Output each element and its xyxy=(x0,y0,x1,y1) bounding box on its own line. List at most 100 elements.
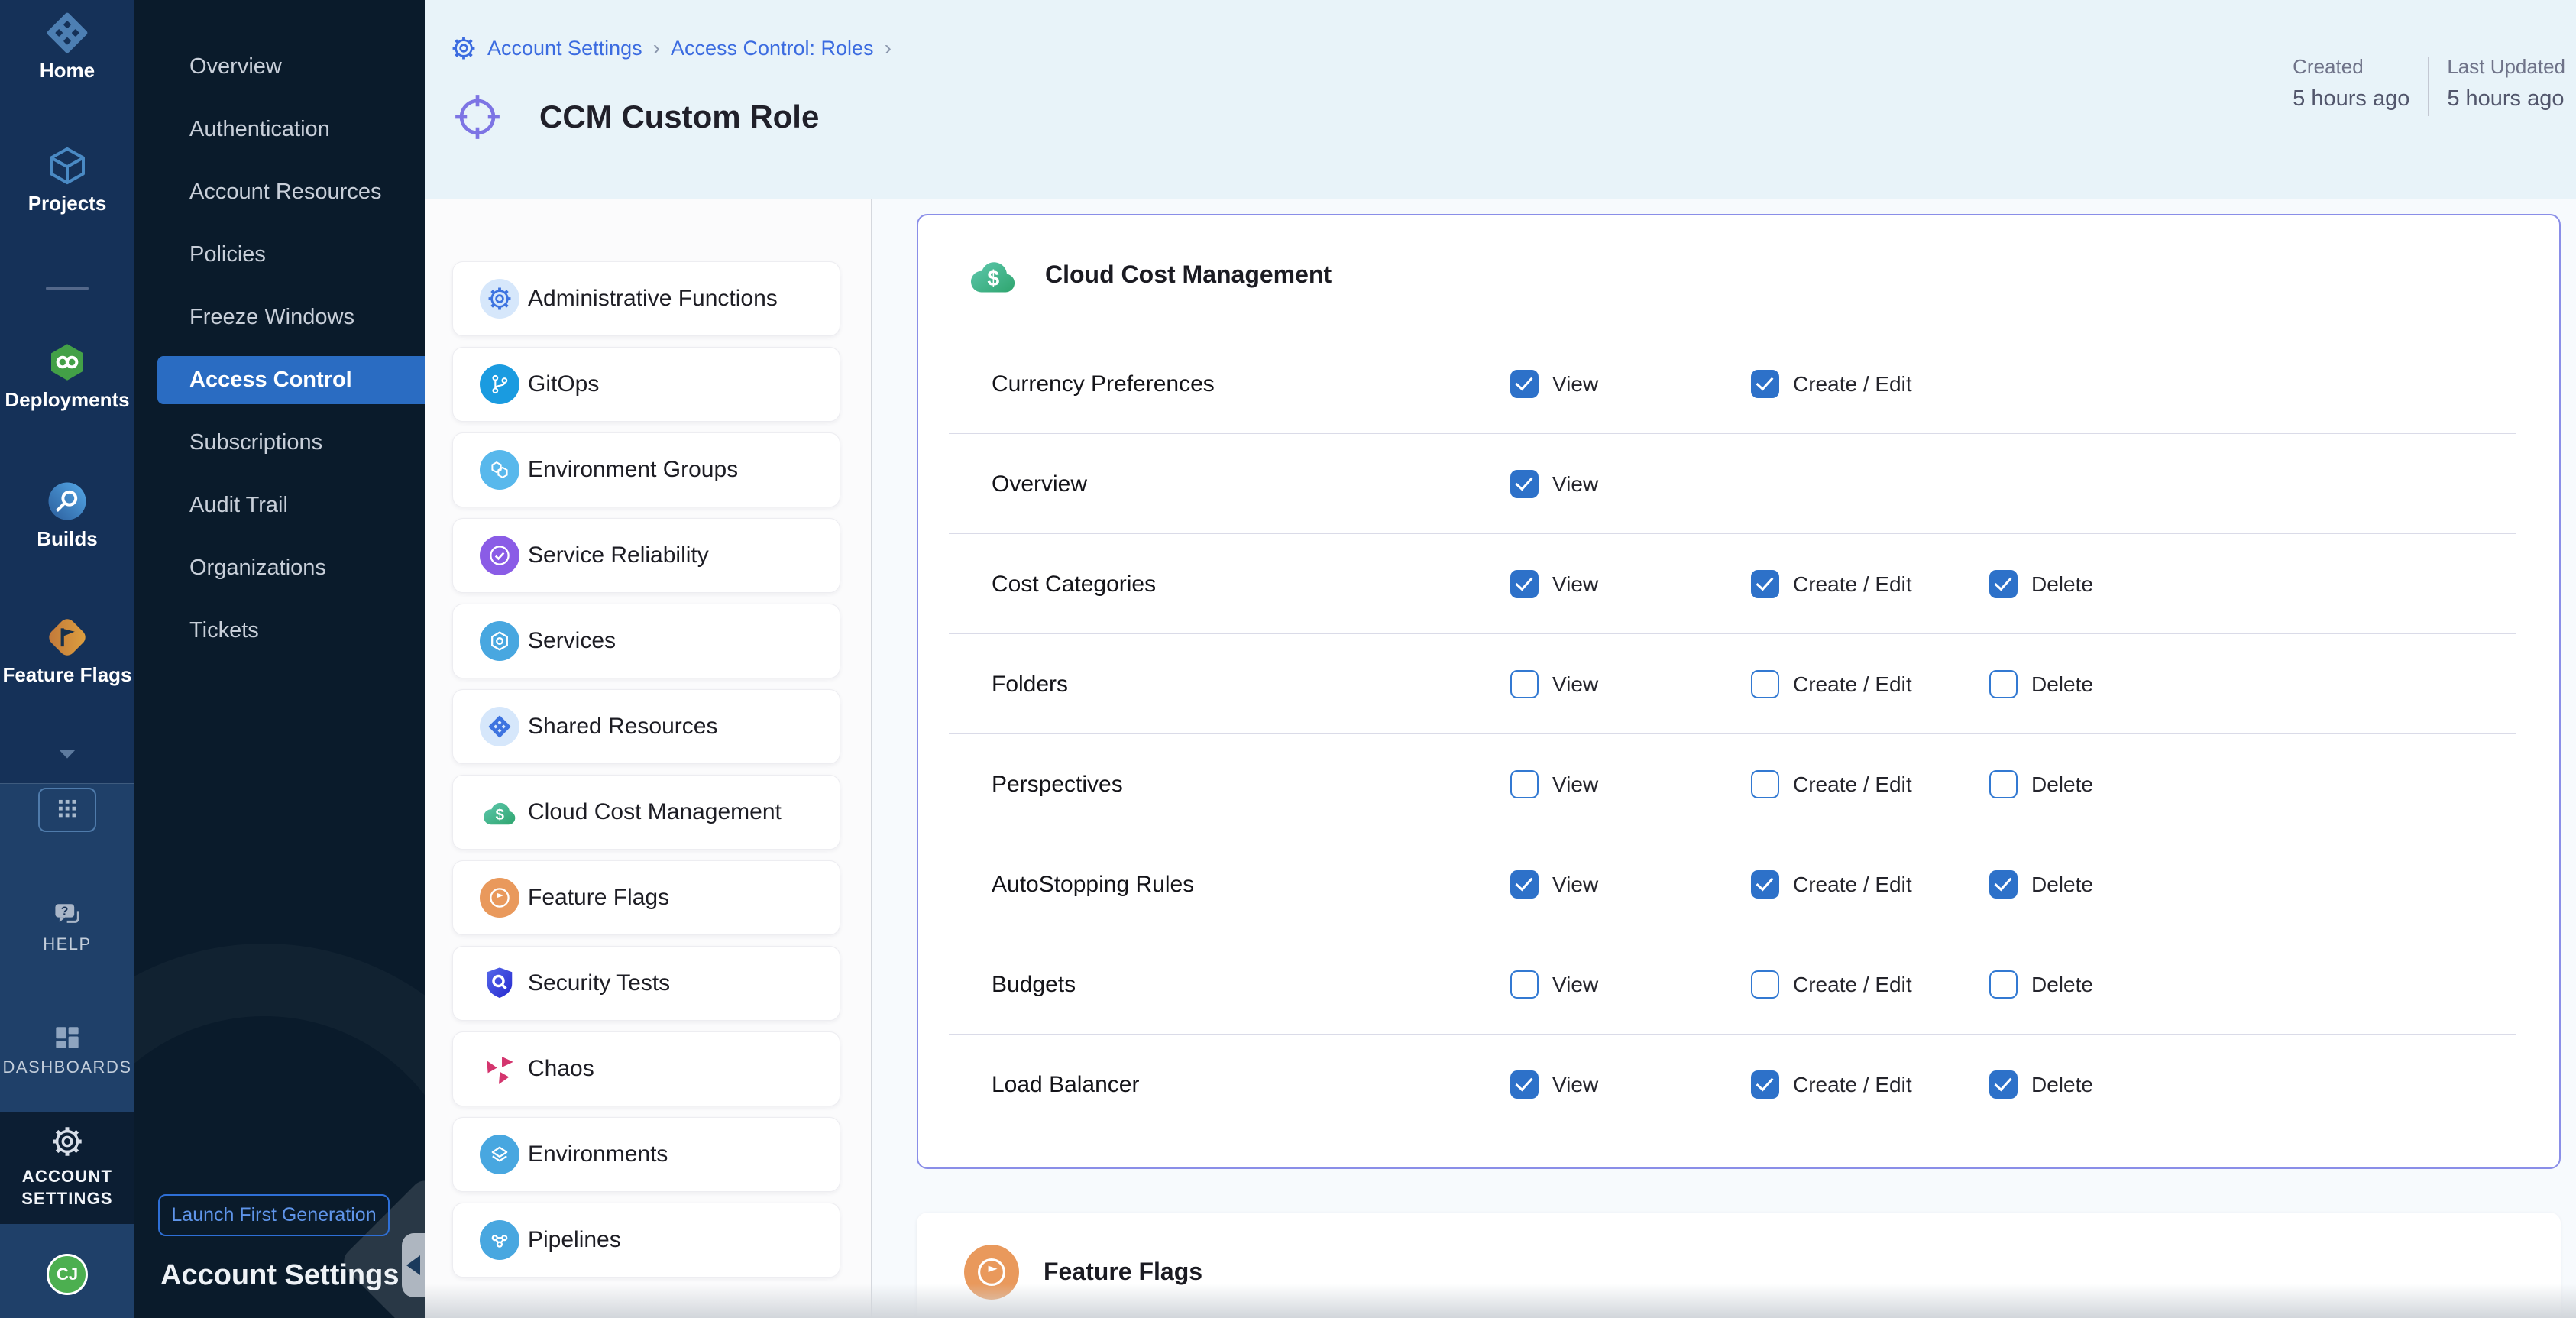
settings-menu: Overview Authentication Account ResourcesP… xyxy=(134,35,425,662)
sidebar-item-authentication[interactable]: Authentication xyxy=(134,98,425,160)
resource-group-label: Administrative Functions xyxy=(528,286,778,312)
checkbox-view[interactable] xyxy=(1510,370,1539,398)
breadcrumb-separator: › xyxy=(885,36,892,60)
resource-group-gitops[interactable]: GitOps xyxy=(452,347,840,422)
sidebar-collapse-button[interactable] xyxy=(402,1233,425,1297)
hexagon-dot-icon xyxy=(480,621,519,661)
permission-label: View xyxy=(1552,873,1598,897)
flag-tile-icon xyxy=(43,613,92,662)
checkbox-delete[interactable] xyxy=(1989,770,2018,798)
rail-item-home[interactable]: Home xyxy=(0,8,134,83)
checkbox-view[interactable] xyxy=(1510,1070,1539,1099)
checkbox-delete[interactable] xyxy=(1989,570,2018,598)
permission-label: View xyxy=(1552,1073,1598,1097)
rail-item-dashboards[interactable]: DASHBOARDS xyxy=(0,1019,134,1077)
checkbox-view[interactable] xyxy=(1510,970,1539,999)
rail-item-help[interactable]: ?HELP xyxy=(0,896,134,954)
resource-group-services[interactable]: Services xyxy=(452,604,840,678)
permission-label: Create / Edit xyxy=(1793,372,1912,397)
resource-group-security-tests[interactable]: Security Tests xyxy=(452,946,840,1021)
permission-cell: Delete xyxy=(1989,670,2559,698)
resource-group-pipelines[interactable]: Pipelines xyxy=(452,1203,840,1278)
chevron-left-icon xyxy=(406,1255,420,1275)
module-picker-button[interactable] xyxy=(38,788,96,832)
resource-group-environments[interactable]: Environments xyxy=(452,1117,840,1192)
sidebar-item-audit-trail[interactable]: Audit Trail xyxy=(134,474,425,536)
checkbox-create-edit[interactable] xyxy=(1751,1070,1779,1099)
permission-label: Create / Edit xyxy=(1793,572,1912,597)
checkbox-create-edit[interactable] xyxy=(1751,370,1779,398)
resource-group-feature-flags[interactable]: Feature Flags xyxy=(452,860,840,935)
panel-title: Cloud Cost Management xyxy=(1045,261,1332,289)
breadcrumb-link[interactable]: Account Settings xyxy=(487,37,642,60)
resource-group-label: GitOps xyxy=(528,371,599,397)
resource-group-cloud-cost-management[interactable]: $Cloud Cost Management xyxy=(452,775,840,850)
resource-group-service-reliability[interactable]: Service Reliability xyxy=(452,518,840,593)
rail-collapse-handle[interactable] xyxy=(46,287,89,290)
chaos-pinwheel-icon xyxy=(480,1049,519,1089)
checkbox-view[interactable] xyxy=(1510,570,1539,598)
builds-circle-icon xyxy=(43,477,92,526)
sidebar-item-tickets[interactable]: Tickets xyxy=(134,599,425,662)
resource-group-chaos[interactable]: Chaos xyxy=(452,1031,840,1106)
launch-first-generation-button[interactable]: Launch First Generation xyxy=(158,1194,390,1236)
last-updated-value: 5 hours ago xyxy=(2447,86,2565,112)
checkbox-create-edit[interactable] xyxy=(1751,770,1779,798)
checkbox-view[interactable] xyxy=(1510,470,1539,498)
permission-row-load-balancer: Load BalancerViewCreate / EditDelete xyxy=(918,1035,2559,1135)
checkbox-view[interactable] xyxy=(1510,670,1539,698)
checkbox-create-edit[interactable] xyxy=(1751,670,1779,698)
git-branch-icon xyxy=(480,364,519,404)
resource-group-shared-resources[interactable]: Shared Resources xyxy=(452,689,840,764)
sidebar-item-account-settings[interactable]: ACCOUNTSETTINGS xyxy=(0,1125,134,1210)
flag-circle-icon xyxy=(964,1245,1019,1300)
permission-label: Create / Edit xyxy=(1793,873,1912,897)
checkbox-view[interactable] xyxy=(1510,870,1539,899)
rail-divider xyxy=(0,783,134,784)
permission-cell: Delete xyxy=(1989,570,2559,598)
permission-cell: Delete xyxy=(1989,1070,2559,1099)
avatar[interactable]: CJ xyxy=(47,1254,88,1295)
checkbox-delete[interactable] xyxy=(1989,1070,2018,1099)
sidebar-item-label: Authentication xyxy=(134,117,330,142)
app-root: Home Projects Deployments Builds Feature Fla… xyxy=(0,0,2576,1318)
resource-group-label: Service Reliability xyxy=(528,542,709,568)
breadcrumb-link[interactable]: Access Control: Roles xyxy=(671,37,874,60)
resource-name: Overview xyxy=(992,471,1510,497)
rail-item-label: Deployments xyxy=(0,388,134,412)
sidebar-item-label: Overview xyxy=(134,54,282,79)
chevron-down-icon[interactable] xyxy=(55,741,79,759)
checkbox-create-edit[interactable] xyxy=(1751,970,1779,999)
resource-group-environment-groups[interactable]: Environment Groups xyxy=(452,432,840,507)
shield-search-icon xyxy=(480,963,519,1003)
permission-label: Create / Edit xyxy=(1793,672,1912,697)
sidebar-item-organizations[interactable]: Organizations xyxy=(134,536,425,599)
last-updated-label: Last Updated xyxy=(2447,55,2565,79)
permission-label: View xyxy=(1552,472,1598,497)
sidebar-item-policies[interactable]: Policies xyxy=(134,223,425,286)
checkbox-delete[interactable] xyxy=(1989,670,2018,698)
rail-item-builds[interactable]: Builds xyxy=(0,477,134,551)
rail-item-deployments[interactable]: Deployments xyxy=(0,338,134,412)
sidebar-item-label: Audit Trail xyxy=(134,493,288,518)
permission-cell: Create / Edit xyxy=(1751,1070,1989,1099)
resource-group-administrative-functions[interactable]: Administrative Functions xyxy=(452,261,840,336)
checkbox-view[interactable] xyxy=(1510,770,1539,798)
sidebar-item-freeze-windows[interactable]: Freeze Windows xyxy=(134,286,425,348)
rail-item-feature-flags[interactable]: Feature Flags xyxy=(0,613,134,687)
sidebar-item-overview[interactable]: Overview xyxy=(134,35,425,98)
resource-name: Perspectives xyxy=(992,772,1510,798)
resource-group-label: Security Tests xyxy=(528,970,670,996)
sidebar-item-account-resources[interactable]: Account Resources xyxy=(134,160,425,223)
checkbox-delete[interactable] xyxy=(1989,970,2018,999)
permission-label: View xyxy=(1552,973,1598,997)
rail-item-projects[interactable]: Projects xyxy=(0,141,134,215)
checkbox-create-edit[interactable] xyxy=(1751,870,1779,899)
dashboards-icon xyxy=(49,1019,86,1056)
checkbox-create-edit[interactable] xyxy=(1751,570,1779,598)
permission-cell: View xyxy=(1510,970,1751,999)
resource-group-label: Cloud Cost Management xyxy=(528,799,782,825)
checkbox-delete[interactable] xyxy=(1989,870,2018,899)
sidebar-item-access-control[interactable]: Access Control xyxy=(157,356,425,404)
sidebar-item-subscriptions[interactable]: Subscriptions xyxy=(134,411,425,474)
